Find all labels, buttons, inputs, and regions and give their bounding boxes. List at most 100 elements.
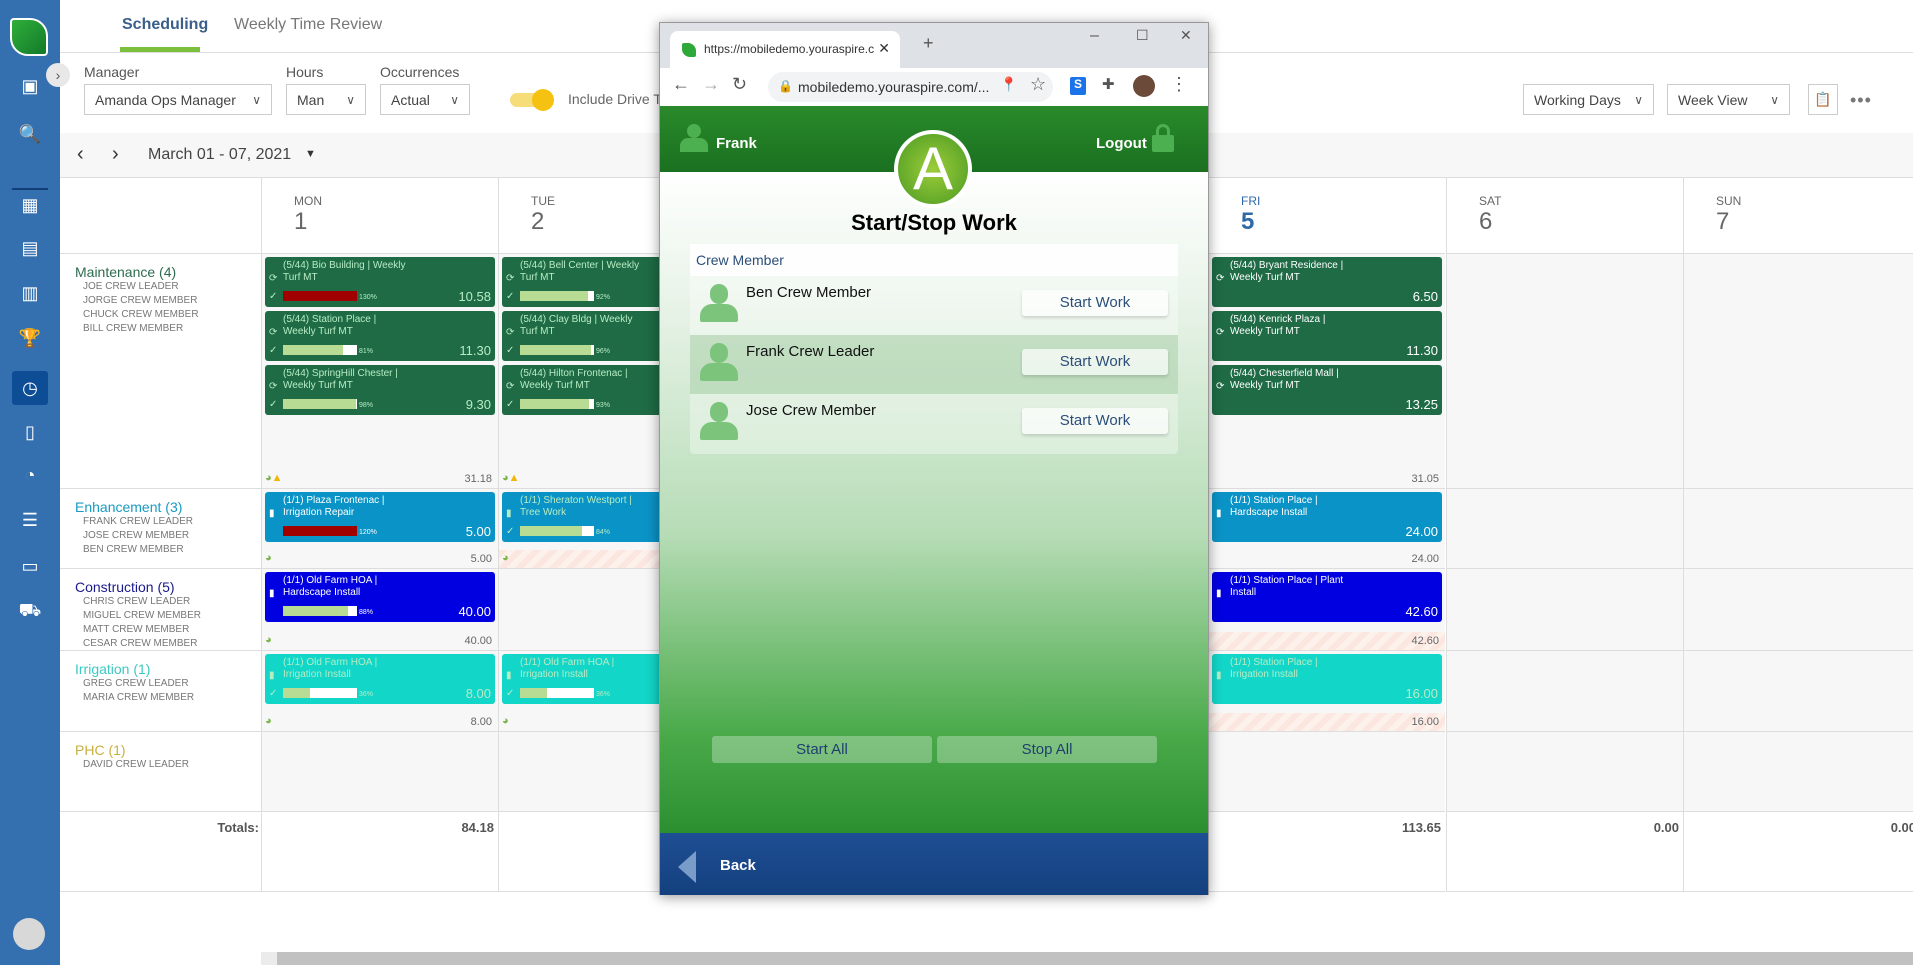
schedule-cell[interactable] bbox=[1446, 731, 1683, 811]
previous-week-button[interactable]: ‹ bbox=[77, 143, 84, 166]
logout-button[interactable]: Logout bbox=[1096, 135, 1147, 152]
work-ticket-card[interactable]: ▮ (1/1) Plaza Frontenac | Irrigation Repa… bbox=[265, 492, 495, 542]
schedule-cell[interactable]: ▮ (1/1) Station Place | Plant Install 42.6… bbox=[1208, 568, 1445, 650]
ticket-title: (5/44) Bio Building | Weekly Turf MT bbox=[283, 260, 406, 283]
schedule-cell[interactable]: ⟳ (5/44) Bio Building | Weekly Turf MT ✓ 13… bbox=[261, 253, 498, 488]
crew-member: JORGE CREW MEMBER bbox=[83, 295, 198, 306]
schedule-cell[interactable]: ▮ (1/1) Old Farm HOA | Hardscape Install 8… bbox=[261, 568, 498, 650]
lock-icon[interactable] bbox=[1152, 124, 1174, 152]
schedule-cell[interactable] bbox=[1208, 731, 1445, 811]
work-ticket-card[interactable]: ▮ (1/1) Station Place | Irrigation Instal… bbox=[1212, 654, 1442, 704]
work-ticket-card[interactable]: ▮ (1/1) Old Farm HOA | Hardscape Install 8… bbox=[265, 572, 495, 622]
new-tab-icon[interactable]: + bbox=[923, 33, 934, 54]
group-name[interactable]: Irrigation (1) bbox=[75, 661, 261, 677]
schedule-cell[interactable] bbox=[1446, 253, 1683, 488]
work-ticket-card[interactable]: ⟳ (5/44) Bio Building | Weekly Turf MT ✓ 13… bbox=[265, 257, 495, 307]
work-ticket-card[interactable]: ▮ (1/1) Station Place | Plant Install 42.6… bbox=[1212, 572, 1442, 622]
minimize-icon[interactable]: – bbox=[1090, 27, 1099, 45]
building-icon[interactable]: ▥ bbox=[12, 276, 48, 310]
extensions-puzzle-icon[interactable]: ✚ bbox=[1102, 75, 1115, 93]
group-name[interactable]: Construction (5) bbox=[75, 579, 261, 595]
group-name[interactable]: Enhancement (3) bbox=[75, 499, 261, 515]
tab-scheduling[interactable]: Scheduling bbox=[122, 16, 208, 34]
work-ticket-card[interactable]: ⟳ (5/44) Bryant Residence | Weekly Turf M… bbox=[1212, 257, 1442, 307]
manager-select[interactable]: Amanda Ops Manager ∨ bbox=[84, 84, 272, 115]
clipboard-icon: ▮ bbox=[506, 508, 512, 519]
tab-weekly-time-review[interactable]: Weekly Time Review bbox=[234, 16, 382, 34]
start-all-button[interactable]: Start All bbox=[712, 736, 932, 763]
back-button[interactable]: Back bbox=[720, 857, 756, 874]
calendar-icon[interactable]: ▦ bbox=[12, 188, 48, 222]
clipboard-icon[interactable]: ▯ bbox=[12, 415, 48, 449]
back-icon[interactable]: ← bbox=[672, 74, 690, 95]
work-ticket-card[interactable]: ⟳ (5/44) Chesterfield Mall | Weekly Turf … bbox=[1212, 365, 1442, 415]
user-avatar[interactable] bbox=[13, 918, 45, 950]
schedule-cell[interactable] bbox=[1683, 650, 1913, 731]
occurrences-select[interactable]: Actual ∨ bbox=[380, 84, 470, 115]
maximize-icon[interactable]: ☐ bbox=[1136, 27, 1149, 44]
schedule-cell[interactable] bbox=[1446, 568, 1683, 650]
schedule-cell[interactable]: ▮ (1/1) Old Farm HOA | Irrigation Install… bbox=[261, 650, 498, 731]
crew-list-item[interactable]: Frank Crew Leader Start Work bbox=[690, 335, 1178, 394]
hours-select[interactable]: Man ∨ bbox=[286, 84, 366, 115]
work-ticket-card[interactable]: ⟳ (5/44) Kenrick Plaza | Weekly Turf MT 11… bbox=[1212, 311, 1442, 361]
profile-avatar[interactable] bbox=[1133, 75, 1155, 97]
work-ticket-card[interactable]: ▮ (1/1) Station Place | Hardscape Install… bbox=[1212, 492, 1442, 542]
trophy-icon[interactable]: 🏆 bbox=[12, 321, 48, 355]
close-tab-icon[interactable]: ✕ bbox=[878, 40, 890, 57]
cell-footer: ◕▲ 31.18 bbox=[262, 470, 498, 488]
browser-menu-icon[interactable]: ⋮ bbox=[1170, 74, 1188, 95]
group-name[interactable]: Maintenance (4) bbox=[75, 264, 261, 280]
inbox-icon[interactable]: ▭ bbox=[12, 549, 48, 583]
crew-list-item[interactable]: Jose Crew Member Start Work bbox=[690, 394, 1178, 453]
schedule-cell[interactable]: ▮ (1/1) Station Place | Hardscape Install… bbox=[1208, 488, 1445, 568]
group-name[interactable]: PHC (1) bbox=[75, 742, 261, 758]
schedule-cell[interactable] bbox=[261, 731, 498, 811]
start-work-button[interactable]: Start Work bbox=[1022, 290, 1168, 316]
schedule-cell[interactable]: ▮ (1/1) Station Place | Irrigation Instal… bbox=[1208, 650, 1445, 731]
app-logo[interactable] bbox=[10, 18, 48, 56]
search-icon[interactable]: 🔍 bbox=[12, 117, 48, 151]
schedule-cell[interactable]: ⟳ (5/44) Bryant Residence | Weekly Turf M… bbox=[1208, 253, 1445, 488]
pie-chart-icon[interactable]: ◔ bbox=[12, 458, 48, 492]
close-window-icon[interactable]: ✕ bbox=[1180, 27, 1192, 44]
schedule-cell[interactable] bbox=[1446, 488, 1683, 568]
forward-icon[interactable]: → bbox=[702, 74, 720, 95]
location-icon[interactable]: 📍 bbox=[1000, 76, 1017, 93]
id-card-icon[interactable]: ▤ bbox=[12, 231, 48, 265]
start-work-button[interactable]: Start Work bbox=[1022, 408, 1168, 434]
schedule-cell[interactable] bbox=[1683, 731, 1913, 811]
start-work-button[interactable]: Start Work bbox=[1022, 349, 1168, 375]
expand-sidebar-button[interactable]: › bbox=[46, 63, 70, 87]
view-select[interactable]: Week View ∨ bbox=[1667, 84, 1790, 115]
money-icon[interactable]: ▣ bbox=[12, 69, 48, 103]
next-week-button[interactable]: › bbox=[112, 143, 119, 166]
stop-all-button[interactable]: Stop All bbox=[937, 736, 1157, 763]
schedule-cell[interactable]: ▮ (1/1) Plaza Frontenac | Irrigation Repa… bbox=[261, 488, 498, 568]
more-options-icon[interactable]: ••• bbox=[1850, 90, 1872, 111]
extension-s-icon[interactable]: S bbox=[1070, 77, 1086, 95]
tractor-icon[interactable]: ⛟ bbox=[12, 595, 48, 629]
work-ticket-card[interactable]: ⟳ (5/44) Station Place | Weekly Turf MT ✓ 8… bbox=[265, 311, 495, 361]
date-range[interactable]: March 01 - 07, 2021 bbox=[148, 146, 291, 164]
schedule-cell[interactable] bbox=[1683, 253, 1913, 488]
back-arrow-icon[interactable] bbox=[678, 851, 696, 883]
horizontal-scrollbar[interactable] bbox=[261, 952, 1913, 965]
schedule-icon[interactable]: ◷ bbox=[12, 371, 48, 405]
include-drive-time-toggle[interactable] bbox=[510, 89, 554, 111]
receipt-icon[interactable]: ☰ bbox=[12, 503, 48, 537]
crew-list-item[interactable]: Ben Crew Member Start Work bbox=[690, 276, 1178, 335]
reload-icon[interactable]: ↻ bbox=[732, 74, 747, 95]
browser-tab[interactable]: https://mobiledemo.youraspire.c ✕ bbox=[670, 31, 900, 68]
ticket-title: (5/44) Kenrick Plaza | Weekly Turf MT bbox=[1230, 314, 1326, 337]
work-ticket-card[interactable]: ⟳ (5/44) SpringHill Chester | Weekly Turf… bbox=[265, 365, 495, 415]
day-number: 5 bbox=[1241, 208, 1255, 235]
work-ticket-card[interactable]: ▮ (1/1) Old Farm HOA | Irrigation Install… bbox=[265, 654, 495, 704]
schedule-cell[interactable] bbox=[1683, 488, 1913, 568]
schedule-cell[interactable] bbox=[1446, 650, 1683, 731]
caret-down-icon[interactable]: ▼ bbox=[305, 148, 316, 160]
schedule-cell[interactable] bbox=[1683, 568, 1913, 650]
working-days-select[interactable]: Working Days ∨ bbox=[1523, 84, 1654, 115]
clipboard-button[interactable]: 📋 bbox=[1808, 84, 1838, 115]
bookmark-star-icon[interactable]: ☆ bbox=[1030, 74, 1046, 95]
